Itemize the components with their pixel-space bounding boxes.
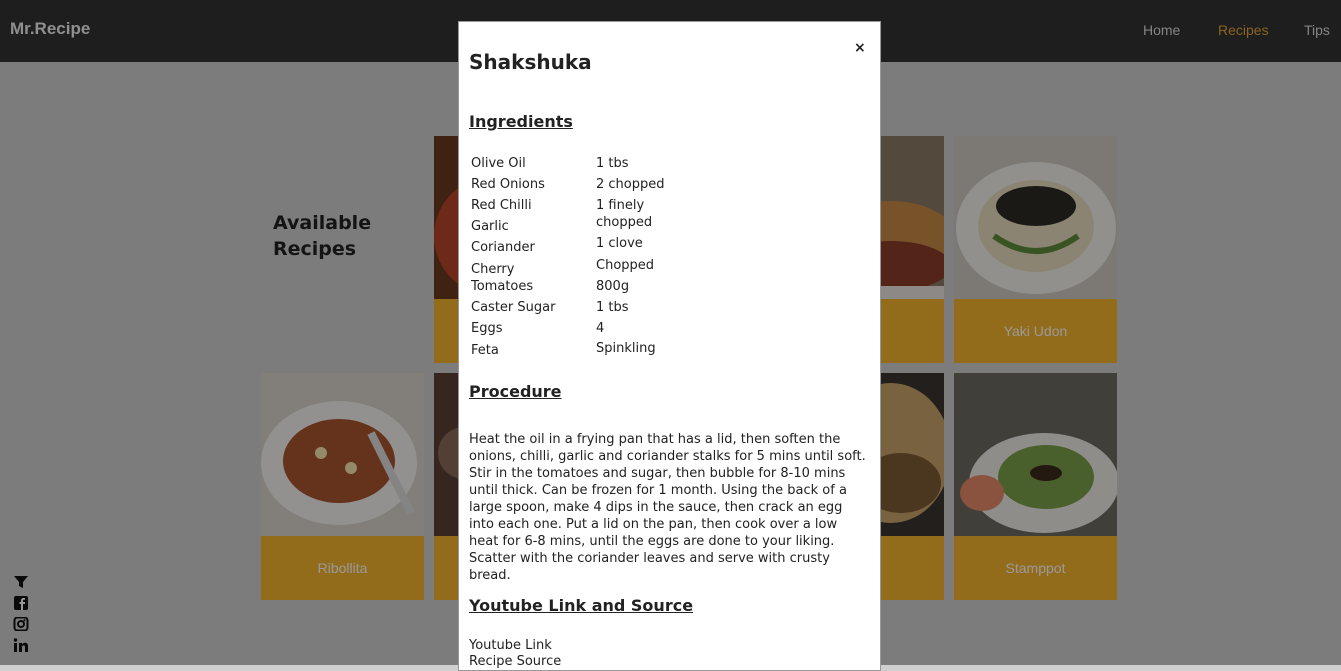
ingredient-qty: Chopped	[596, 258, 655, 273]
ingredient-qty: 2 chopped	[596, 177, 665, 192]
recipe-source-link[interactable]: Recipe Source	[469, 653, 561, 670]
procedure-heading: Procedure	[469, 382, 562, 401]
ingredient-qty: 1 tbs	[596, 156, 629, 171]
links-heading: Youtube Link and Source	[469, 596, 694, 615]
ingredient-qty: 1 finely chopped	[596, 198, 653, 230]
ingredients-heading: Ingredients	[469, 112, 573, 131]
ingredient-qty: 800g	[596, 279, 630, 294]
ingredient-qty: 4	[596, 321, 605, 336]
recipe-modal: × Shakshuka Ingredients Olive Oil 1 tbs …	[458, 21, 881, 671]
ingredient-name: Garlic	[471, 219, 509, 234]
ingredient-name: Red Onions	[471, 177, 545, 192]
ingredient-name: Coriander	[471, 240, 535, 255]
ingredient-qty: 1 tbs	[596, 300, 629, 315]
ingredient-name: Caster Sugar	[471, 300, 556, 315]
ingredient-name: Cherry Tomatoes	[471, 262, 534, 294]
procedure-text: Heat the oil in a frying pan that has a …	[469, 432, 866, 583]
ingredient-qty: 1 clove	[596, 236, 643, 251]
close-icon[interactable]: ×	[854, 40, 866, 56]
youtube-link[interactable]: Youtube Link	[469, 637, 552, 654]
ingredient-name: Feta	[471, 343, 499, 358]
ingredient-qty: Spinkling	[596, 341, 656, 356]
recipe-title: Shakshuka	[469, 50, 592, 74]
ingredient-name: Olive Oil	[471, 156, 526, 171]
ingredient-name: Red Chilli	[471, 198, 532, 213]
ingredient-name: Eggs	[471, 321, 503, 336]
